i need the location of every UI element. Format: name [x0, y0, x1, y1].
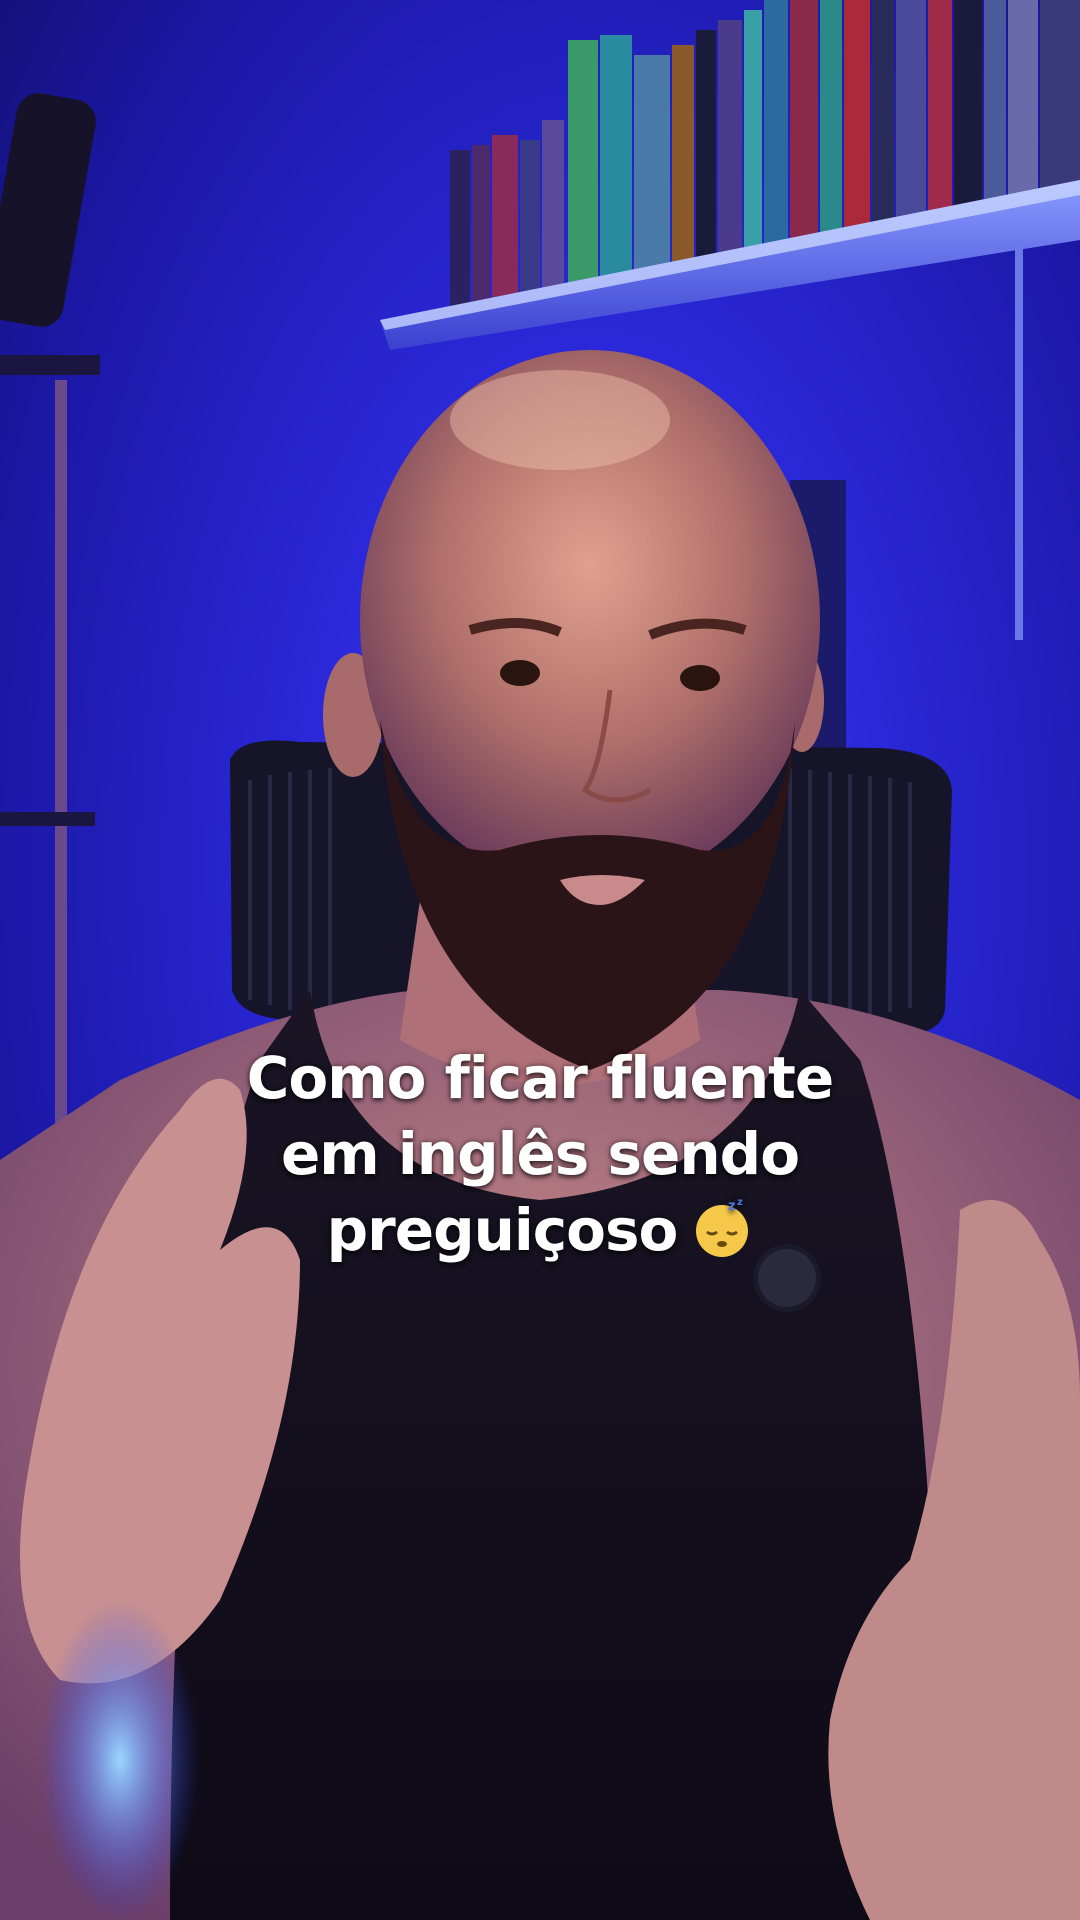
caption-line-1: Como ficar fluente: [246, 1044, 834, 1112]
background-scene: [0, 0, 1080, 1920]
caption-line-3-text: preguiçoso: [326, 1196, 679, 1264]
svg-text:z: z: [737, 1197, 743, 1208]
sleeping-face-emoji-icon: zz: [691, 1196, 753, 1258]
caption: Como ficar fluente em inglês sendo pregu…: [0, 1040, 1080, 1268]
caption-line-2: em inglês sendo: [280, 1120, 800, 1188]
svg-text:z: z: [728, 1199, 735, 1214]
caption-line-3: preguiçoso z z: [0, 1192, 1080, 1268]
background-light: [40, 1600, 200, 1920]
video-frame: Como ficar fluente em inglês sendo pregu…: [0, 0, 1080, 1920]
microphone: [0, 93, 100, 1140]
